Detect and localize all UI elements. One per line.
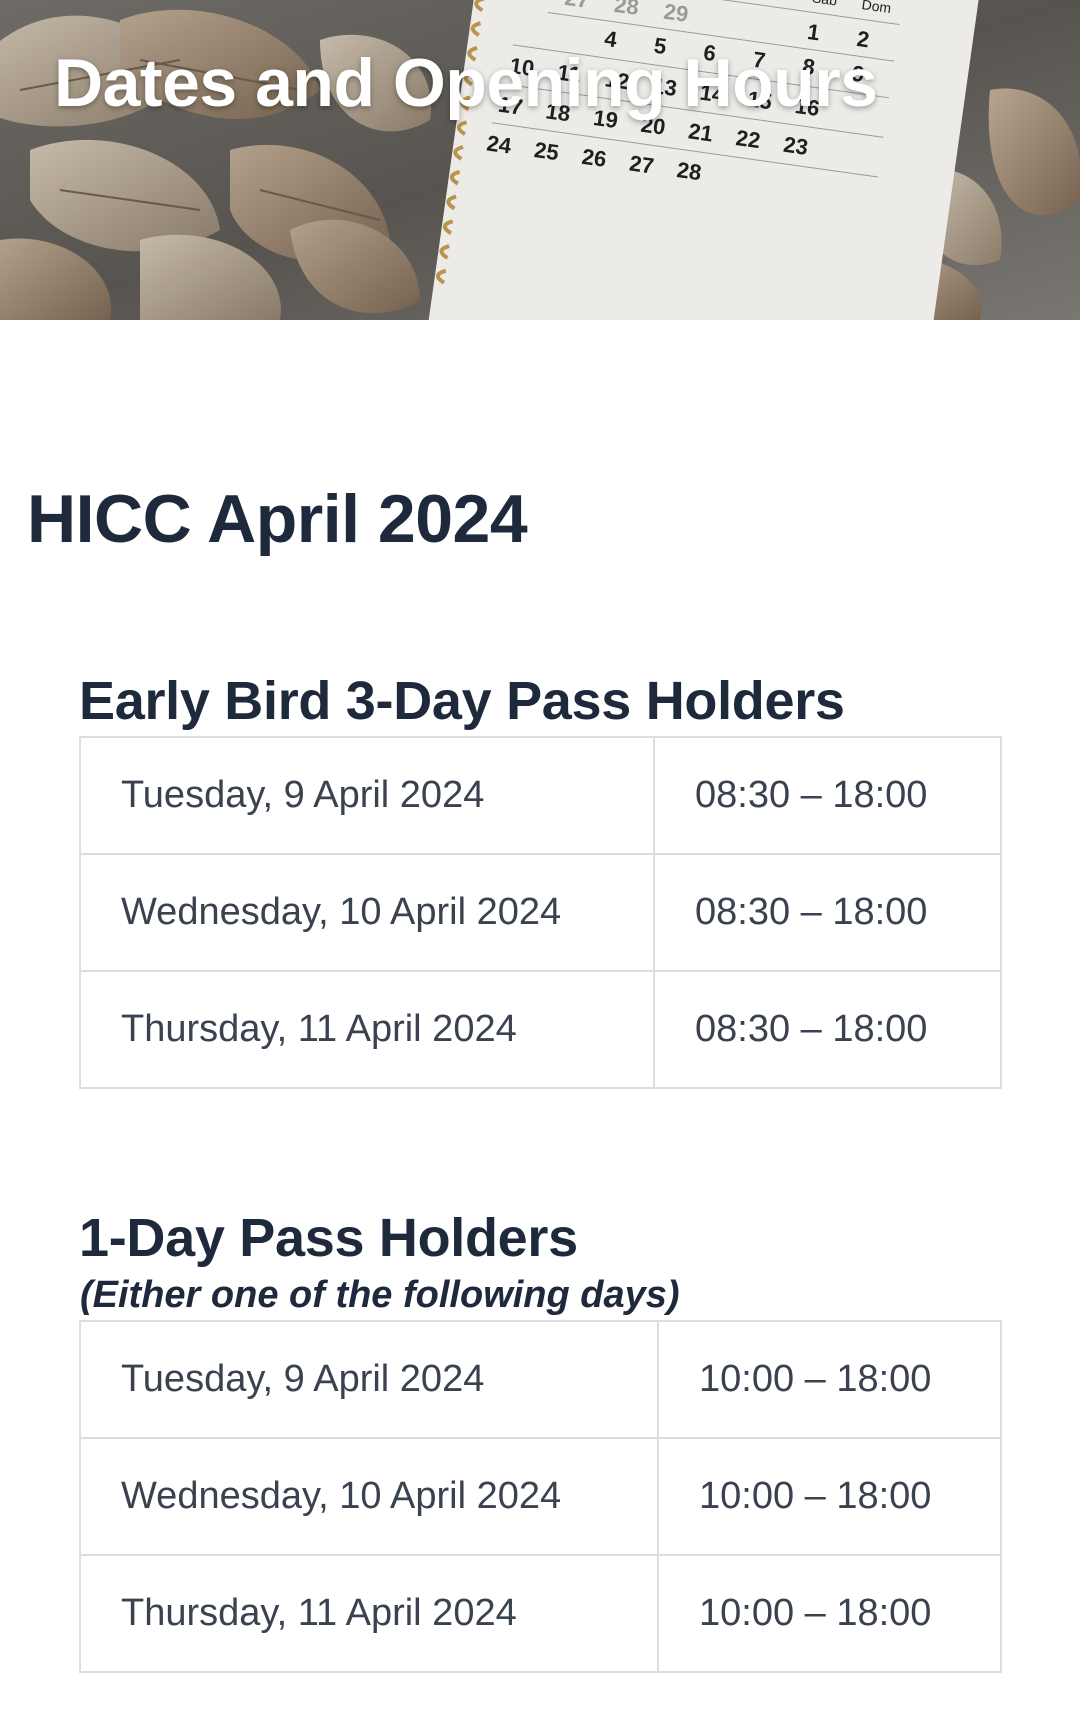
- date-cell: Wednesday, 10 April 2024: [79, 1437, 659, 1556]
- svg-text:22: 22: [734, 125, 762, 153]
- date-cell: Thursday, 11 April 2024: [79, 1554, 659, 1673]
- schedule-table-one-day: Tuesday, 9 April 2024 10:00 – 18:00 Wedn…: [79, 1320, 1002, 1673]
- table-row: Wednesday, 10 April 2024 10:00 – 18:00: [79, 1437, 1002, 1556]
- section-title-one-day: 1-Day Pass Holders: [79, 1208, 578, 1268]
- svg-text:21: 21: [687, 118, 715, 146]
- table-row: Tuesday, 9 April 2024 08:30 – 18:00: [79, 736, 1002, 855]
- table-row: Thursday, 11 April 2024 08:30 – 18:00: [79, 970, 1002, 1089]
- hours-cell: 08:30 – 18:00: [653, 853, 1002, 972]
- section-subtitle-one-day: (Either one of the following days): [80, 1274, 680, 1316]
- svg-text:27: 27: [628, 150, 656, 178]
- section-title-early-bird: Early Bird 3-Day Pass Holders: [79, 671, 845, 731]
- table-row: Thursday, 11 April 2024 10:00 – 18:00: [79, 1554, 1002, 1673]
- hero-banner: Mie Jue Vie Sab Dom 27 28 29 1 2 4 5 6 7…: [0, 0, 1080, 320]
- svg-text:28: 28: [613, 0, 641, 20]
- date-cell: Wednesday, 10 April 2024: [79, 853, 655, 972]
- svg-text:23: 23: [782, 132, 810, 160]
- svg-text:29: 29: [662, 0, 690, 27]
- table-row: Tuesday, 9 April 2024 10:00 – 18:00: [79, 1320, 1002, 1439]
- svg-text:24: 24: [485, 130, 513, 158]
- date-cell: Thursday, 11 April 2024: [79, 970, 655, 1089]
- date-cell: Tuesday, 9 April 2024: [79, 736, 655, 855]
- date-cell: Tuesday, 9 April 2024: [79, 1320, 659, 1439]
- svg-text:26: 26: [580, 144, 608, 172]
- hours-cell: 10:00 – 18:00: [657, 1320, 1002, 1439]
- svg-text:25: 25: [533, 137, 561, 165]
- hero-title: Dates and Opening Hours: [54, 45, 878, 121]
- table-row: Wednesday, 10 April 2024 08:30 – 18:00: [79, 853, 1002, 972]
- hours-cell: 10:00 – 18:00: [657, 1554, 1002, 1673]
- svg-text:28: 28: [675, 157, 703, 185]
- hours-cell: 08:30 – 18:00: [653, 970, 1002, 1089]
- page-title: HICC April 2024: [27, 481, 528, 557]
- schedule-table-early-bird: Tuesday, 9 April 2024 08:30 – 18:00 Wedn…: [79, 736, 1002, 1089]
- hours-cell: 08:30 – 18:00: [653, 736, 1002, 855]
- hours-cell: 10:00 – 18:00: [657, 1437, 1002, 1556]
